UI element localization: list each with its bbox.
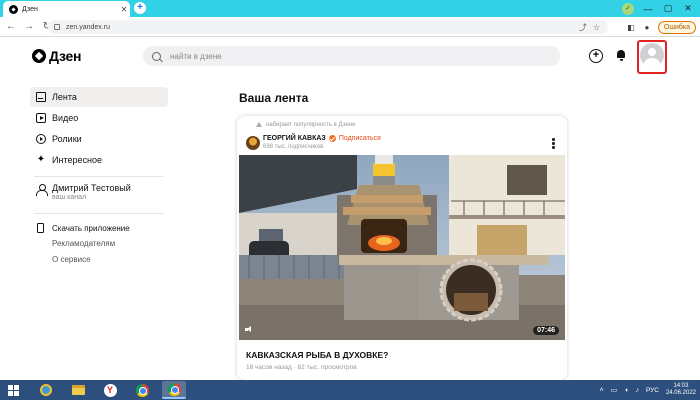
maximize-button[interactable]: ▢	[662, 3, 674, 14]
tray-expand-icon[interactable]: ˄	[599, 387, 603, 394]
notifications-bell-icon[interactable]	[616, 49, 626, 61]
download-app-label: Скачать приложение	[52, 223, 130, 233]
channel-avatar[interactable]	[246, 136, 260, 150]
clock-time: 14:03	[673, 383, 689, 389]
logo-text: Дзен	[49, 48, 82, 64]
tab-close-icon[interactable]: ✕	[118, 5, 130, 14]
sidebar-item-shorts[interactable]: Ролики	[30, 129, 168, 149]
channel-name-link[interactable]: ГЕОРГИЙ КАВКАЗ	[263, 135, 326, 142]
url-text: zen.yandex.ru	[66, 23, 110, 31]
more-options-icon[interactable]	[552, 138, 555, 149]
sidebar-divider	[34, 176, 164, 177]
windows-taskbar: Y ˄ ▭ ◖ ♪ РУС 14:03 24.06.2022	[0, 380, 700, 400]
create-post-button[interactable]: +	[589, 49, 603, 63]
sidebar-item-label: Видео	[52, 113, 79, 123]
sidebar: Лента Видео Ролики ✦ Интересное Дмитрий …	[30, 87, 168, 268]
taskbar-internet-explorer[interactable]	[34, 381, 58, 399]
channel-name: Дмитрий Тестовый	[52, 183, 131, 193]
sound-icon[interactable]	[245, 326, 253, 333]
sidebar-item-label: Лента	[52, 92, 77, 102]
tab-title: Дзен	[22, 5, 38, 13]
trending-icon	[255, 122, 262, 128]
zen-favicon-icon	[9, 4, 18, 14]
sidebar-divider	[34, 213, 164, 214]
video-icon	[36, 113, 46, 123]
network-icon[interactable]: ◖	[624, 387, 628, 394]
subscriber-count: 698 тыс. подписчиков	[263, 144, 324, 150]
channel-subtitle: ваш канал	[52, 194, 87, 201]
about-link[interactable]: О сервисе	[30, 252, 168, 268]
browser-profile-indicator[interactable]: ✓	[622, 2, 634, 15]
taskbar-chrome[interactable]	[130, 381, 154, 399]
shorts-icon	[36, 134, 46, 144]
folder-icon	[71, 385, 85, 395]
sparkle-icon: ✦	[36, 154, 46, 165]
update-error-button[interactable]: Ошибка	[657, 20, 696, 34]
user-icon	[36, 184, 48, 196]
oven-scene-image	[239, 155, 565, 340]
account-icon[interactable]: ●	[642, 23, 652, 32]
sidebar-item-video[interactable]: Видео	[30, 108, 168, 128]
zen-logo[interactable]: Дзен	[32, 48, 81, 64]
minimize-button[interactable]: —	[642, 4, 654, 14]
user-avatar[interactable]	[640, 43, 664, 67]
sidebar-my-channel[interactable]: Дмитрий Тестовый ваш канал	[30, 183, 168, 207]
browser-tab[interactable]: Дзен ✕	[3, 1, 130, 17]
advertisers-link[interactable]: Рекламодателям	[30, 236, 168, 252]
taskbar-chrome-active[interactable]	[162, 381, 186, 399]
forward-button[interactable]: →	[22, 21, 36, 32]
start-button[interactable]	[0, 380, 26, 400]
video-preview[interactable]: 07:46	[239, 155, 565, 340]
side-panel-icon[interactable]: ◧	[626, 23, 636, 32]
trend-note: набирает популярность в Дзене	[255, 122, 355, 128]
zen-header: Дзен +	[0, 37, 700, 75]
chrome-icon	[167, 382, 181, 396]
chrome-icon	[135, 383, 149, 397]
clock-date: 24.06.2022	[665, 390, 696, 396]
taskbar-file-explorer[interactable]	[66, 381, 90, 399]
trend-text: набирает популярность в Дзене	[266, 122, 356, 128]
lock-icon[interactable]	[54, 24, 60, 30]
clock[interactable]: 14:03 24.06.2022	[666, 383, 696, 397]
phone-icon	[37, 223, 44, 233]
browser-toolbar: ← → ↻ zen.yandex.ru ⤴ ☆ ◧ ● Ошибка	[0, 17, 700, 37]
sidebar-item-interesting[interactable]: ✦ Интересное	[30, 150, 168, 170]
verified-icon	[328, 135, 336, 142]
language-indicator[interactable]: РУС	[646, 387, 659, 394]
video-duration: 07:46	[533, 326, 559, 335]
search-icon	[152, 51, 161, 61]
back-button[interactable]: ←	[4, 21, 18, 32]
subscribe-button[interactable]: Подписаться	[339, 135, 381, 142]
taskbar-yandex-browser[interactable]: Y	[98, 381, 122, 399]
battery-icon[interactable]: ▭	[611, 386, 618, 394]
new-tab-button[interactable]: +	[134, 2, 146, 14]
zen-logo-icon	[32, 49, 46, 63]
feed-icon	[36, 92, 46, 102]
bookmark-star-icon[interactable]: ☆	[593, 23, 600, 32]
address-bar[interactable]: zen.yandex.ru ⤴ ☆	[48, 20, 608, 34]
volume-icon[interactable]: ♪	[635, 387, 639, 394]
search-box[interactable]	[143, 46, 560, 66]
share-icon[interactable]: ⤴	[579, 22, 587, 33]
close-window-button[interactable]: ✕	[682, 3, 694, 14]
feed-card[interactable]: набирает популярность в Дзене ГЕОРГИЙ КА…	[237, 116, 567, 380]
browser-tab-strip: Дзен ✕ + ✓ — ▢ ✕	[0, 0, 700, 17]
card-title[interactable]: КАВКАЗСКАЯ РЫБА В ДУХОВКЕ?	[246, 350, 388, 360]
card-meta: 18 часов назад · 82 тыс. просмотров	[246, 364, 357, 371]
sidebar-item-label: Ролики	[52, 134, 82, 144]
system-tray: ˄ ▭ ◖ ♪ РУС 14:03 24.06.2022	[599, 380, 696, 400]
windows-logo-icon	[7, 384, 19, 396]
sidebar-item-label: Интересное	[52, 155, 102, 165]
download-app-link[interactable]: Скачать приложение	[30, 220, 168, 236]
feed-title: Ваша лента	[239, 91, 309, 105]
yandex-browser-icon: Y	[103, 383, 117, 397]
internet-explorer-icon	[40, 384, 52, 396]
search-input[interactable]	[170, 51, 550, 61]
sidebar-item-feed[interactable]: Лента	[30, 87, 168, 107]
